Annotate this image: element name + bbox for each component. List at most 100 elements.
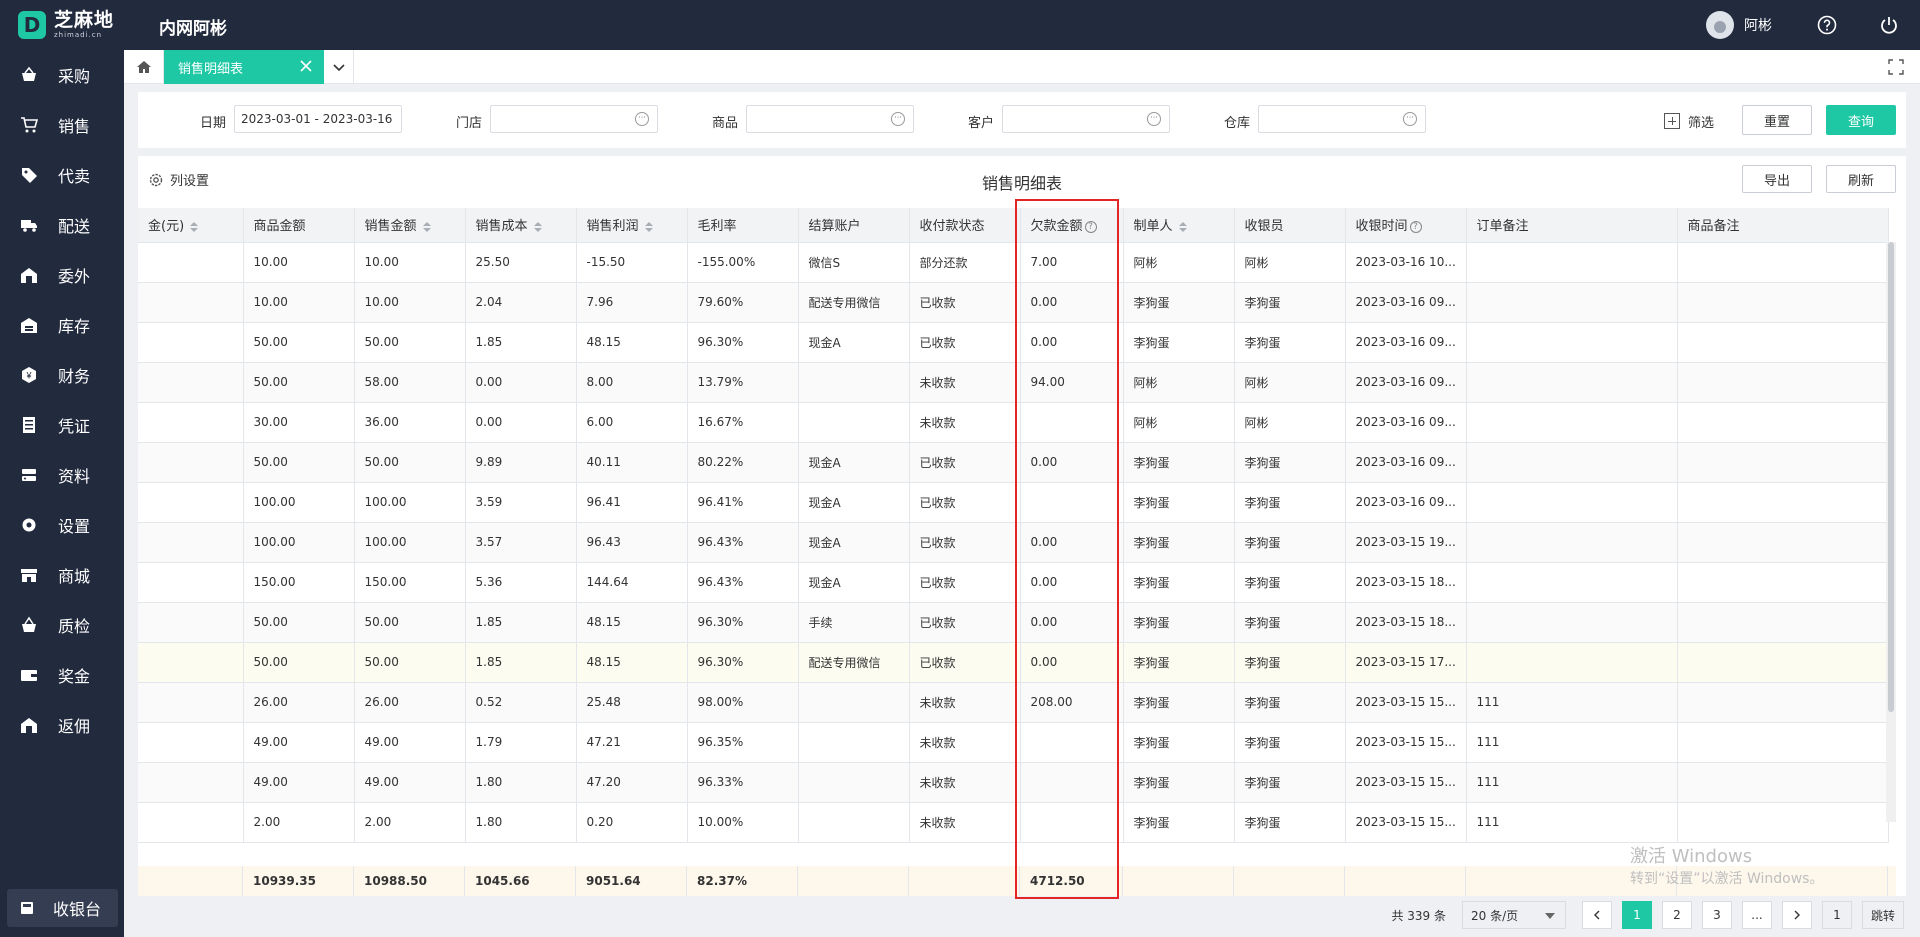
table-cell: 48.15	[576, 642, 688, 683]
sidebar-item-8[interactable]: 资料	[0, 450, 124, 500]
page-button[interactable]: ...	[1741, 901, 1772, 929]
table-cell: 10.00%	[687, 802, 799, 843]
sidebar-item-label: 质检	[58, 617, 91, 636]
question-icon[interactable]: ?	[1084, 220, 1097, 233]
sort-icon[interactable]	[644, 221, 653, 232]
avatar[interactable]	[1706, 11, 1734, 39]
sidebar-item-7[interactable]: 凭证	[0, 400, 124, 450]
store-label: 门店	[456, 116, 483, 131]
warehouse-select[interactable]: ···	[1258, 105, 1426, 133]
page-button[interactable]: 2	[1661, 901, 1692, 929]
table-row[interactable]: 49.00 49.00 1.80 47.20 96.33% 未收款 李狗蛋 李狗蛋 2023-0…	[138, 762, 1889, 803]
column-header[interactable]: 毛利率	[687, 208, 799, 243]
column-header[interactable]: 订单备注	[1466, 208, 1678, 243]
next-page-button[interactable]	[1781, 901, 1812, 929]
sort-icon[interactable]	[190, 221, 199, 232]
table-cell: 李狗蛋	[1234, 802, 1346, 843]
sidebar-item-0[interactable]: 采购	[0, 50, 124, 100]
sort-icon[interactable]	[422, 221, 431, 232]
cashier-button[interactable]: 收银台	[7, 889, 118, 927]
export-button[interactable]: 导出	[1742, 165, 1812, 193]
table-row[interactable]: 50.00 58.00 0.00 8.00 13.79% 未收款 94.00 阿彬 阿彬 2023…	[138, 362, 1889, 403]
table-row[interactable]: 10.00 10.00 25.50 -15.50 -155.00% 微信S 部分还款 7.00…	[138, 242, 1889, 283]
sidebar-item-4[interactable]: 委外	[0, 250, 124, 300]
page-button[interactable]: 3	[1701, 901, 1732, 929]
sidebar-item-10[interactable]: 商城	[0, 550, 124, 600]
page-button[interactable]: 1	[1621, 901, 1652, 929]
database-icon	[20, 466, 38, 484]
jump-page-input[interactable]: 1	[1821, 901, 1852, 929]
sort-icon[interactable]	[533, 221, 542, 232]
table-cell: 已收款	[909, 562, 1021, 603]
table-cell: 已收款	[909, 642, 1021, 683]
column-header[interactable]: 欠款金额?	[1020, 208, 1124, 243]
table-row[interactable]: 150.00 150.00 5.36 144.64 96.43% 现金A 已收款 0.00 李狗…	[138, 562, 1889, 603]
column-header[interactable]: 销售成本	[465, 208, 577, 243]
table-row[interactable]: 26.00 26.00 0.52 25.48 98.00% 未收款 208.00 李狗蛋 李狗蛋…	[138, 682, 1889, 723]
table-row[interactable]: 100.00 100.00 3.59 96.41 96.41% 现金A 已收款 李狗蛋 李狗蛋 2…	[138, 482, 1889, 523]
question-icon[interactable]: ?	[1409, 220, 1422, 233]
svg-text:¥: ¥	[25, 371, 32, 381]
table-row[interactable]: 50.00 50.00 1.85 48.15 96.30% 手续 已收款 0.00 李狗蛋 李狗蛋…	[138, 602, 1889, 643]
chevron-down-icon[interactable]	[324, 50, 354, 84]
table-row[interactable]: 30.00 36.00 0.00 6.00 16.67% 未收款 阿彬 阿彬 2023-03-1…	[138, 402, 1889, 443]
column-header[interactable]: 商品金额	[243, 208, 355, 243]
page-size-select[interactable]: 20 条/页	[1461, 901, 1566, 929]
column-header[interactable]: 制单人	[1123, 208, 1235, 243]
table-row[interactable]: 50.00 50.00 9.89 40.11 80.22% 现金A 已收款 0.00 李狗蛋 李狗…	[138, 442, 1889, 483]
store-select[interactable]: ···	[490, 105, 658, 133]
brand-logo[interactable]: D 芝麻地 zhimadi.cn	[18, 10, 128, 40]
home-icon[interactable]	[124, 50, 164, 84]
column-header[interactable]: 金(元)	[138, 208, 244, 243]
sidebar-item-5[interactable]: 库存	[0, 300, 124, 350]
sort-icon[interactable]	[1178, 221, 1187, 232]
customer-select[interactable]: ···	[1002, 105, 1170, 133]
column-header[interactable]: 销售金额	[354, 208, 466, 243]
table-cell: 1.85	[465, 322, 577, 363]
goods-select[interactable]: ···	[746, 105, 914, 133]
table-row[interactable]: 50.00 50.00 1.85 48.15 96.30% 现金A 已收款 0.00 李狗蛋 李狗…	[138, 322, 1889, 363]
screen-button[interactable]: 筛选	[1664, 106, 1714, 136]
table-cell: 2023-03-16 09...	[1345, 402, 1467, 443]
sidebar-item-2[interactable]: 代卖	[0, 150, 124, 200]
table-row[interactable]: 50.00 50.00 1.85 48.15 96.30% 配送专用微信 已收款 0.00 李狗…	[138, 642, 1889, 683]
fullscreen-icon[interactable]	[1888, 59, 1904, 75]
help-icon[interactable]	[1816, 14, 1838, 36]
table-cell: 配送专用微信	[798, 282, 910, 323]
table-cell	[1466, 522, 1678, 563]
table-row[interactable]: 100.00 100.00 3.57 96.43 96.43% 现金A 已收款 0.00 李狗蛋…	[138, 522, 1889, 563]
column-header[interactable]: 收银员	[1234, 208, 1346, 243]
user-name[interactable]: 阿彬	[1744, 15, 1772, 35]
prev-page-button[interactable]	[1581, 901, 1612, 929]
table-cell	[1466, 442, 1678, 483]
date-range-input[interactable]: 2023-03-01 - 2023-03-16	[234, 105, 402, 133]
sidebar-item-label: 设置	[58, 517, 91, 536]
power-icon[interactable]	[1878, 14, 1900, 36]
table-cell: 6.00	[576, 402, 688, 443]
vertical-scrollbar[interactable]	[1886, 242, 1896, 822]
sidebar-item-13[interactable]: 返佣	[0, 700, 124, 750]
table-row[interactable]: 49.00 49.00 1.79 47.21 96.35% 未收款 李狗蛋 李狗蛋 2023-0…	[138, 722, 1889, 763]
table-row[interactable]: 2.00 2.00 1.80 0.20 10.00% 未收款 李狗蛋 李狗蛋 2023-03-1…	[138, 802, 1889, 843]
sidebar-item-9[interactable]: 设置	[0, 500, 124, 550]
column-header[interactable]: 收银时间?	[1345, 208, 1467, 243]
sidebar-item-1[interactable]: 销售	[0, 100, 124, 150]
refresh-button[interactable]: 刷新	[1826, 165, 1896, 193]
jump-button[interactable]: 跳转	[1861, 901, 1904, 929]
query-button[interactable]: 查询	[1826, 105, 1896, 135]
table-cell	[138, 402, 244, 443]
column-header[interactable]: 收付款状态	[909, 208, 1021, 243]
total-cell	[1345, 866, 1466, 896]
column-header[interactable]: 销售利润	[576, 208, 688, 243]
total-cell: 4712.50	[1020, 866, 1123, 896]
sidebar-item-11[interactable]: 质检	[0, 600, 124, 650]
column-header[interactable]: 结算账户	[798, 208, 910, 243]
sidebar-item-3[interactable]: 配送	[0, 200, 124, 250]
tab-sales-detail[interactable]: 销售明细表	[164, 50, 324, 84]
reset-button[interactable]: 重置	[1742, 105, 1812, 135]
sidebar-item-12[interactable]: 奖金	[0, 650, 124, 700]
sidebar-item-6[interactable]: ¥ 财务	[0, 350, 124, 400]
column-header[interactable]: 商品备注	[1677, 208, 1889, 243]
close-icon[interactable]	[298, 58, 314, 74]
table-row[interactable]: 10.00 10.00 2.04 7.96 79.60% 配送专用微信 已收款 0.00 李狗蛋…	[138, 282, 1889, 323]
